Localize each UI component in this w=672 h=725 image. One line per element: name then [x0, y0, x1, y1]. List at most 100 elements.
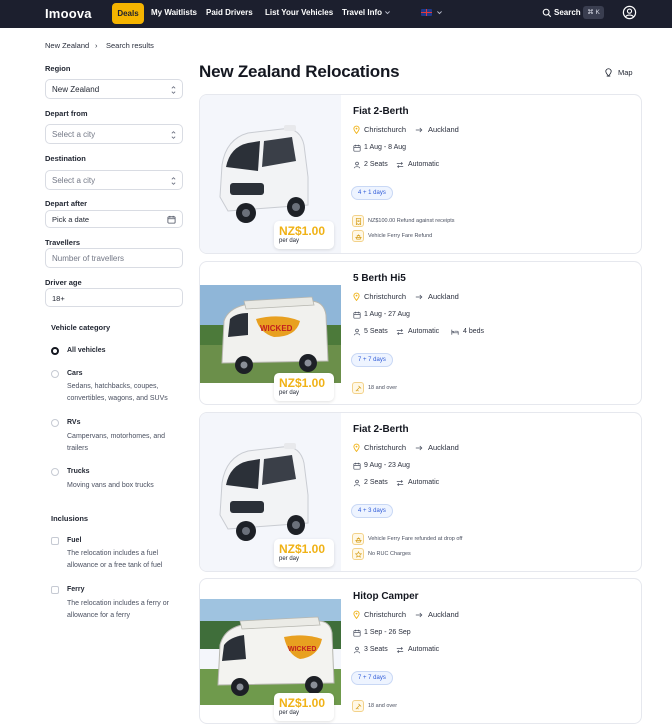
- date-range: 1 Aug - 8 Aug: [364, 144, 407, 151]
- region-select[interactable]: New Zealand: [45, 79, 183, 99]
- camper-photo-illustration: WICKED: [200, 599, 341, 705]
- breadcrumb-home[interactable]: New Zealand: [45, 41, 89, 50]
- calendar-icon: [353, 462, 361, 470]
- vehicle-category-heading: Vehicle category: [51, 323, 111, 332]
- listing-title[interactable]: 5 Berth Hi5: [353, 273, 406, 284]
- arrow-right-icon: [415, 127, 423, 133]
- receipt-icon: [352, 215, 364, 227]
- option-ferry[interactable]: Ferry: [67, 586, 85, 593]
- date-range: 1 Sep - 26 Sep: [364, 629, 411, 636]
- uk-flag-icon[interactable]: [421, 9, 432, 16]
- days-badge: 7 + 7 days: [351, 353, 393, 367]
- option-all-vehicles[interactable]: All vehicles: [67, 347, 106, 354]
- route-to: Auckland: [428, 610, 459, 619]
- driver-age-input[interactable]: 18+: [45, 288, 183, 307]
- radio-all-vehicles[interactable]: [51, 347, 59, 355]
- days-badge: 7 + 7 days: [351, 671, 393, 685]
- route-from: Christchurch: [364, 610, 407, 619]
- destination-select[interactable]: Select a city: [45, 170, 183, 190]
- vehicle-image-hitop-camper[interactable]: WICKED: [200, 599, 341, 705]
- listing-card[interactable]: WICKED NZ$1.00 per day 5 Berth Hi5 Chris…: [199, 261, 642, 405]
- price: NZ$1.00: [279, 696, 326, 710]
- route-from: Christchurch: [364, 443, 407, 452]
- depart-from-select[interactable]: Select a city: [45, 124, 183, 144]
- option-cars[interactable]: Cars: [67, 370, 83, 377]
- option-fuel-desc: The relocation includes a fuel allowance…: [67, 550, 163, 569]
- radio-cars[interactable]: [51, 370, 59, 378]
- price-tag: NZ$1.00 per day: [274, 539, 334, 567]
- date-range: 1 Aug - 27 Aug: [364, 311, 410, 318]
- per-day-label: per day: [279, 556, 300, 562]
- depart-after-label: Depart after: [45, 199, 88, 208]
- depart-after-datepicker[interactable]: Pick a date: [45, 210, 183, 228]
- price-tag: NZ$1.00 per day: [274, 373, 334, 401]
- updown-chevron-icon: [171, 86, 176, 94]
- nav-deals-button[interactable]: Deals: [112, 3, 144, 24]
- option-fuel[interactable]: Fuel: [67, 537, 81, 544]
- days-badge: 4 + 3 days: [351, 504, 393, 518]
- checkbox-fuel[interactable]: [51, 537, 59, 545]
- travellers-input[interactable]: Number of travellers: [45, 248, 183, 268]
- age-icon: [352, 382, 364, 394]
- route-to: Auckland: [428, 292, 459, 301]
- radio-trucks[interactable]: [51, 468, 59, 476]
- map-link[interactable]: Map: [618, 68, 633, 77]
- destination-label: Destination: [45, 154, 86, 163]
- depart-from-label: Depart from: [45, 109, 88, 118]
- account-icon[interactable]: [622, 5, 637, 20]
- travellers-placeholder: Number of travellers: [52, 254, 125, 263]
- listing-card[interactable]: NZ$1.00 per day Fiat 2-Berth Christchurc…: [199, 94, 642, 254]
- option-trucks-desc: Moving vans and box trucks: [67, 482, 154, 489]
- radio-rvs[interactable]: [51, 419, 59, 427]
- arrow-right-icon: [415, 445, 423, 451]
- option-rvs[interactable]: RVs: [67, 419, 81, 426]
- route-from: Christchurch: [364, 125, 407, 134]
- option-ferry-desc: The relocation includes a ferry or allow…: [67, 600, 169, 619]
- listing-title[interactable]: Fiat 2-Berth: [353, 424, 409, 435]
- price-tag: NZ$1.00 per day: [274, 221, 334, 249]
- region-label: Region: [45, 64, 71, 73]
- price: NZ$1.00: [279, 376, 326, 390]
- transmission-icon: [396, 479, 404, 487]
- price-tag: NZ$1.00 per day: [274, 693, 334, 721]
- transmission-icon: [396, 646, 404, 654]
- per-day-label: per day: [279, 710, 300, 716]
- calendar-icon: [167, 215, 176, 224]
- driver-age-value: 18+: [52, 294, 65, 303]
- perk-text: No RUC Charges: [368, 551, 411, 557]
- location-pin-icon: [353, 125, 360, 134]
- logo[interactable]: Imoova: [45, 6, 92, 21]
- option-trucks[interactable]: Trucks: [67, 468, 90, 475]
- breadcrumb-separator: ›: [95, 41, 98, 50]
- seat-person-icon: [353, 161, 361, 169]
- bed-icon: [451, 329, 459, 335]
- route-to: Auckland: [428, 125, 459, 134]
- destination-placeholder: Select a city: [52, 176, 96, 185]
- chevron-down-icon: [385, 11, 390, 15]
- listing-card[interactable]: WICKED NZ$1.00 per day Hitop Camper Chri…: [199, 578, 642, 724]
- search-icon: [542, 8, 552, 18]
- nav-my-waitlists[interactable]: My Waitlists: [151, 8, 197, 17]
- map-icon: [605, 68, 612, 77]
- perk-text: 18 and over: [368, 385, 398, 391]
- seat-person-icon: [353, 646, 361, 654]
- vehicle-image-hi5-camper[interactable]: WICKED: [200, 285, 341, 383]
- per-day-label: per day: [279, 238, 300, 244]
- beds: 4 beds: [463, 328, 485, 335]
- listing-title[interactable]: Hitop Camper: [353, 591, 419, 602]
- perk-text: 18 and over: [368, 703, 398, 709]
- nav-travel-info[interactable]: Travel Info: [342, 8, 382, 17]
- checkbox-ferry[interactable]: [51, 586, 59, 594]
- star-icon: [352, 548, 364, 560]
- transmission: Automatic: [408, 328, 440, 335]
- listing-title[interactable]: Fiat 2-Berth: [353, 106, 409, 117]
- search-label: Search: [554, 8, 581, 17]
- svg-text:WICKED: WICKED: [288, 646, 316, 653]
- location-pin-icon: [353, 292, 360, 301]
- nav-paid-drivers[interactable]: Paid Drivers: [206, 8, 253, 17]
- updown-chevron-icon: [171, 177, 176, 185]
- transmission: Automatic: [408, 646, 440, 653]
- travellers-label: Travellers: [45, 238, 81, 247]
- listing-card[interactable]: NZ$1.00 per day Fiat 2-Berth Christchurc…: [199, 412, 642, 572]
- nav-list-your-vehicles[interactable]: List Your Vehicles: [265, 8, 333, 17]
